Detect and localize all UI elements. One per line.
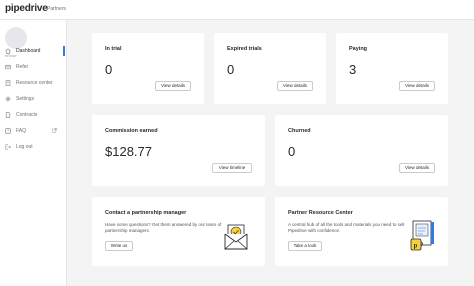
card-value: 3 [349, 62, 357, 77]
home-icon [5, 48, 11, 54]
card-title: Churned [288, 128, 311, 134]
sidebar-item-settings[interactable]: Settings [0, 94, 67, 104]
sidebar-item-label: Refer [16, 64, 29, 70]
sidebar-item-label: Dashboard [16, 48, 41, 54]
sidebar-item-refer[interactable]: Refer [0, 62, 67, 72]
view-details-button[interactable]: View details [277, 81, 313, 91]
card-contact-partnership-manager: Contact a partnership manager Have some … [92, 197, 265, 266]
resource-book-illustration: p [407, 219, 437, 258]
view-details-button[interactable]: View details [155, 81, 191, 91]
description-line: partnership managers. [105, 228, 151, 233]
svg-text:p: p [414, 243, 418, 249]
sidebar: eRose Dashboard Refer Resource center Se… [0, 20, 67, 286]
sidebar-item-label: Settings [16, 96, 35, 102]
card-value: 0 [288, 144, 296, 159]
view-details-button[interactable]: View details [399, 163, 435, 173]
card-in-trial: In trial 0 View details [92, 33, 204, 104]
question-icon [5, 128, 11, 134]
sidebar-item-log-out[interactable]: Log out [0, 142, 67, 152]
take-a-look-button[interactable]: Take a look [288, 241, 322, 251]
card-title: Expired trials [227, 46, 262, 52]
refer-icon [5, 64, 11, 70]
description-line: Pipedrive with confidence. [288, 228, 341, 233]
pipedrive-logo[interactable]: pipedrive [5, 3, 48, 14]
card-value: 0 [105, 62, 113, 77]
active-indicator [63, 46, 65, 56]
card-partner-resource-center: Partner Resource Center A central hub of… [275, 197, 448, 266]
sidebar-item-faq[interactable]: FAQ [0, 126, 67, 136]
card-title: Contact a partnership manager [105, 210, 187, 216]
sidebar-item-label: Log out [16, 144, 33, 150]
sidebar-item-contracts[interactable]: Contracts [0, 110, 67, 120]
view-timeline-button[interactable]: View timeline [212, 163, 252, 173]
sidebar-item-label: Contracts [16, 112, 38, 118]
external-link-icon [52, 128, 57, 135]
sidebar-item-dashboard[interactable]: Dashboard [0, 46, 67, 56]
card-churned: Churned 0 View details [275, 115, 448, 186]
card-title: Paying [349, 46, 368, 52]
card-value: $128.77 [105, 144, 152, 159]
gear-icon [5, 96, 11, 102]
card-description: Have some questions? Get them answered b… [105, 222, 221, 234]
sidebar-item-label: Resource center [16, 80, 53, 86]
sidebar-item-resource-center[interactable]: Resource center [0, 78, 67, 88]
write-us-button[interactable]: Write us [105, 241, 133, 251]
book-icon [5, 80, 11, 86]
sidebar-item-label: FAQ [16, 128, 27, 134]
card-title: In trial [105, 46, 122, 52]
card-expired-trials: Expired trials 0 View details [214, 33, 326, 104]
document-icon [5, 112, 11, 118]
card-description: A central hub of all the tools and mater… [288, 222, 404, 234]
section-label: Partners [47, 6, 66, 12]
card-paying: Paying 3 View details [336, 33, 448, 104]
card-value: 0 [227, 62, 235, 77]
card-title: Partner Resource Center [288, 210, 353, 216]
card-commission-earned: Commission earned $128.77 View timeline [92, 115, 265, 186]
envelope-illustration [223, 222, 251, 257]
logout-icon [5, 144, 11, 150]
card-title: Commission earned [105, 128, 158, 134]
view-details-button[interactable]: View details [399, 81, 435, 91]
top-bar: pipedrive Partners [0, 0, 474, 20]
